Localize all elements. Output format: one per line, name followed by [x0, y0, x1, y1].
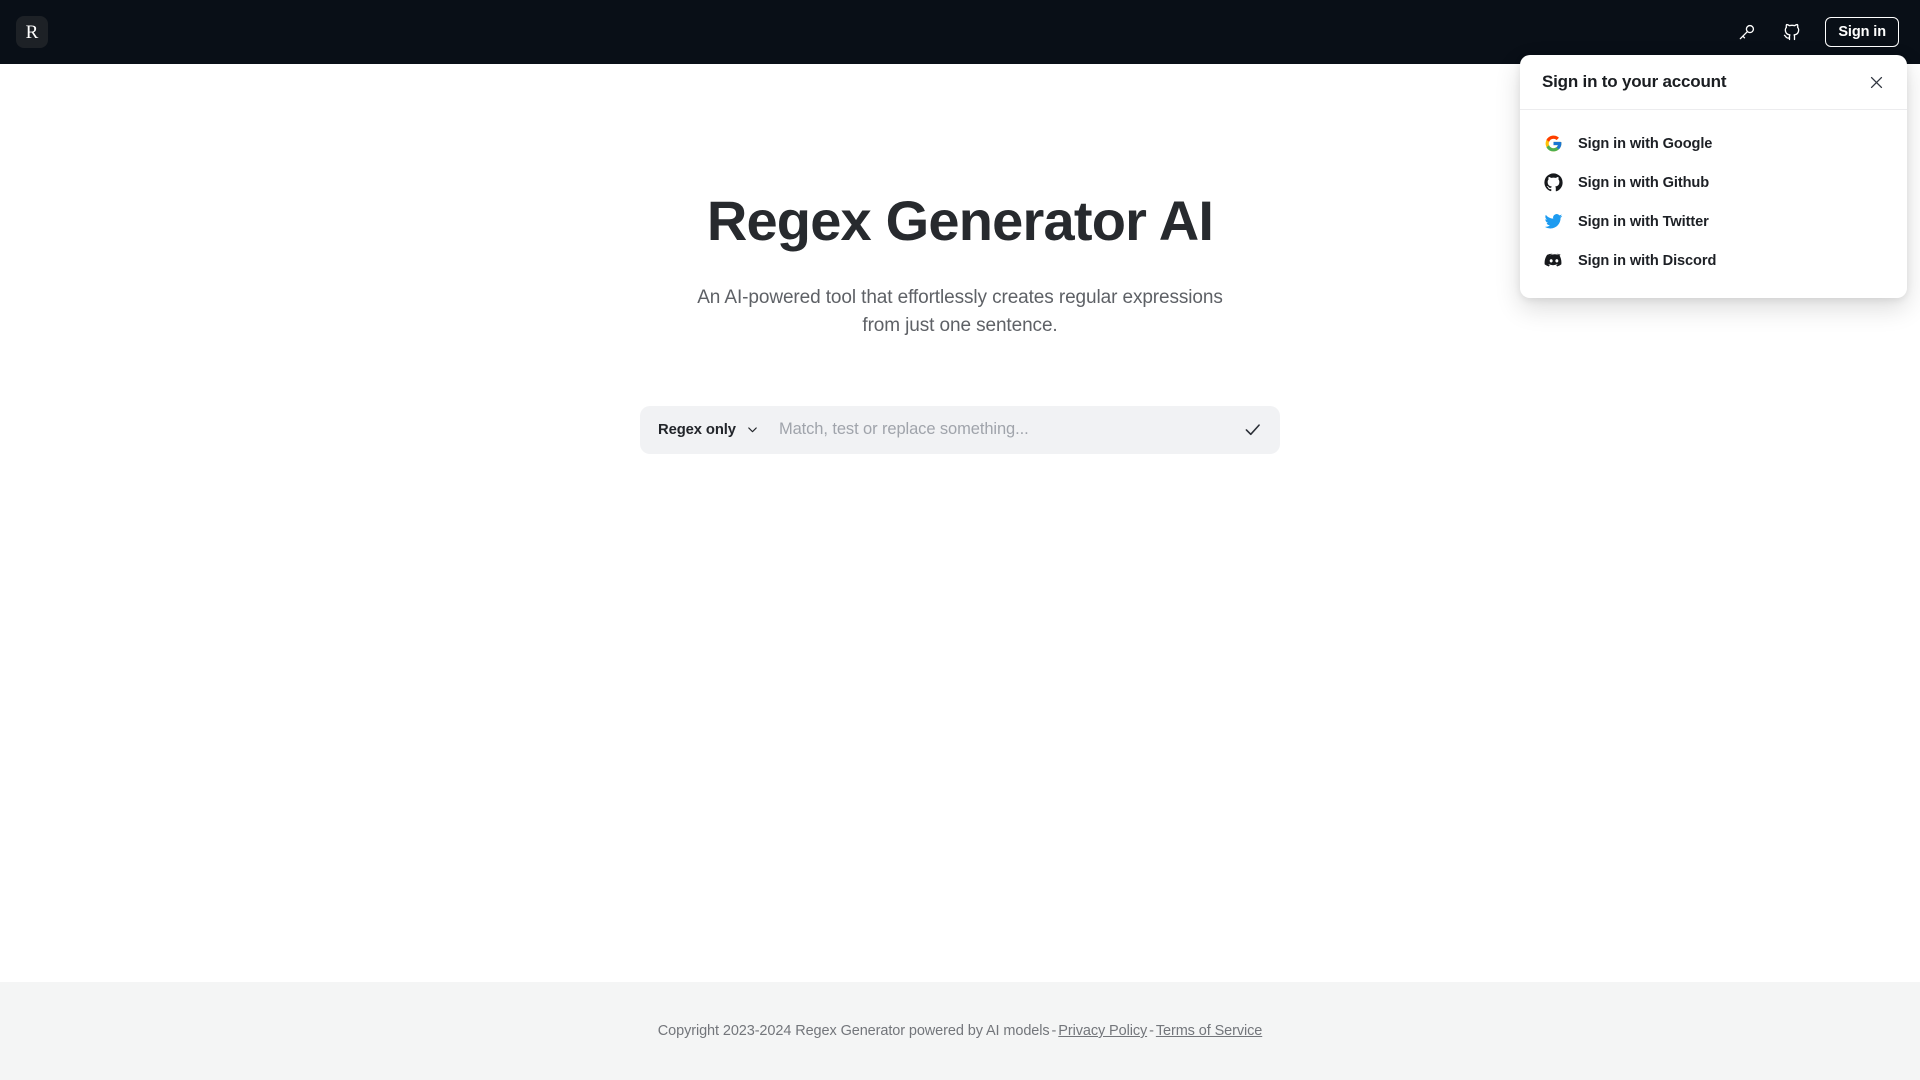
provider-label: Sign in with Google — [1578, 135, 1713, 152]
chevron-down-icon — [745, 422, 760, 437]
signin-with-discord[interactable]: Sign in with Discord — [1520, 241, 1907, 280]
twitter-icon — [1543, 211, 1564, 232]
prompt-bar: Regex only — [640, 405, 1280, 454]
footer-text: Copyright 2023-2024 Regex Generator powe… — [657, 1023, 1263, 1039]
provider-label: Sign in with Discord — [1578, 252, 1717, 269]
github-icon — [1543, 172, 1564, 193]
mode-dropdown-label: Regex only — [658, 421, 736, 438]
signin-with-twitter[interactable]: Sign in with Twitter — [1520, 202, 1907, 241]
provider-list: Sign in with Google Sign in with Github … — [1520, 110, 1907, 298]
page-title: Regex Generator AI — [706, 189, 1214, 252]
app-logo[interactable]: R — [16, 16, 48, 48]
prompt-input[interactable] — [759, 405, 1238, 454]
check-icon[interactable] — [1238, 416, 1266, 444]
provider-label: Sign in with Twitter — [1578, 213, 1709, 230]
discord-icon — [1543, 250, 1564, 271]
footer-copyright: Copyright 2023-2024 Regex Generator powe… — [657, 1023, 1050, 1039]
github-icon[interactable] — [1780, 20, 1804, 44]
footer-separator-2: - — [1149, 1023, 1154, 1039]
header-actions: Sign in — [1735, 17, 1899, 47]
mode-dropdown[interactable]: Regex only — [658, 422, 760, 438]
signin-panel-header: Sign in to your account — [1520, 55, 1907, 110]
app-root: R Sign in Sign in to your account Sign i… — [0, 0, 1920, 1080]
signin-panel-title: Sign in to your account — [1542, 72, 1727, 91]
app-logo-letter: R — [25, 21, 39, 43]
page-footer: Copyright 2023-2024 Regex Generator powe… — [0, 982, 1920, 1080]
privacy-policy-link[interactable]: Privacy Policy — [1058, 1023, 1147, 1039]
key-icon[interactable] — [1735, 20, 1759, 44]
page-subtitle: An AI-powered tool that effortlessly cre… — [697, 286, 1223, 336]
signin-with-github[interactable]: Sign in with Github — [1520, 163, 1907, 202]
provider-label: Sign in with Github — [1578, 174, 1710, 191]
google-icon — [1543, 133, 1564, 154]
signin-button[interactable]: Sign in — [1825, 17, 1899, 47]
close-icon[interactable] — [1865, 71, 1887, 93]
footer-separator-1: - — [1051, 1023, 1057, 1039]
signin-with-google[interactable]: Sign in with Google — [1520, 124, 1907, 163]
terms-of-service-link[interactable]: Terms of Service — [1156, 1023, 1262, 1039]
signin-dropdown-panel: Sign in to your account Sign in with Goo… — [1520, 55, 1907, 298]
